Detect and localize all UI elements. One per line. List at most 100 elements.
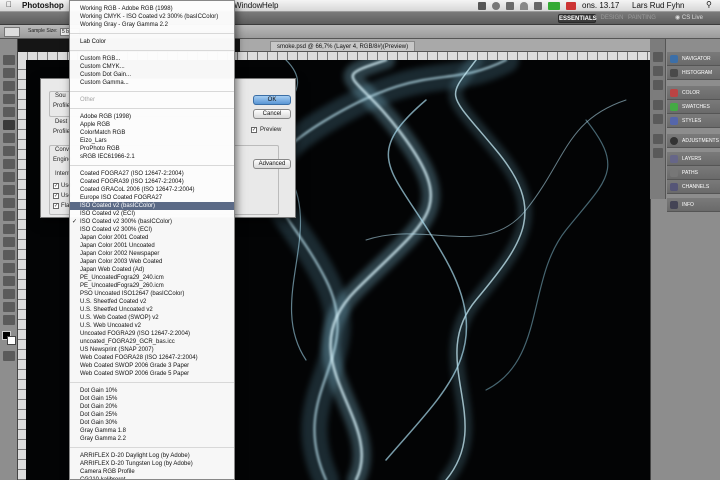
panel-color[interactable]: COLOR	[667, 86, 720, 100]
menu-item-cmyk-profile[interactable]: ISO Coated v2 (ECI)	[70, 210, 234, 218]
panel-navigator[interactable]: NAVIGATOR	[667, 52, 720, 66]
character-panel-icon[interactable]	[653, 100, 663, 110]
eyedropper-tool-preset-icon[interactable]	[4, 27, 20, 37]
preview-checkbox[interactable]: ✓	[251, 127, 257, 133]
menu-item-cmyk-profile[interactable]: Japan Color 2001 Coated	[70, 234, 234, 242]
menu-item-device-profile[interactable]: ARRIFLEX D-20 Daylight Log (by Adobe)	[70, 452, 234, 460]
panel-layers[interactable]: LAYERS	[667, 152, 720, 166]
menu-item-cmyk-profile[interactable]: Japan Color 2002 Newspaper	[70, 250, 234, 258]
ok-button[interactable]: OK	[253, 95, 291, 105]
history-brush-tool-icon[interactable]	[3, 172, 15, 182]
menu-item-device-profile[interactable]: CG210 kalibreret	[70, 476, 234, 479]
menu-item-gray-profile[interactable]: Dot Gain 25%	[70, 411, 234, 419]
menu-item-rgb-profile[interactable]: Apple RGB	[70, 121, 234, 129]
clone-stamp-tool-icon[interactable]	[3, 159, 15, 169]
cs-live-button[interactable]: ◉ CS Live	[675, 14, 703, 21]
menu-item-cmyk-profile[interactable]: U.S. Web Uncoated v2	[70, 322, 234, 330]
menu-item-cmyk-profile[interactable]: U.S. Web Coated (SWOP) v2	[70, 314, 234, 322]
panel-swatches[interactable]: SWATCHES	[667, 100, 720, 114]
panel-paths[interactable]: PATHS	[667, 166, 720, 180]
hand-tool-icon[interactable]	[3, 302, 15, 312]
panel-info[interactable]: INFO	[667, 198, 720, 212]
gradient-tool-icon[interactable]	[3, 198, 15, 208]
apple-menu-icon[interactable]: 	[6, 0, 12, 9]
menu-item-cmyk-profile[interactable]: ✓ ISO Coated v2 300% (basICColor)	[70, 218, 234, 226]
type-tool-icon[interactable]	[3, 250, 15, 260]
history-panel-icon[interactable]	[653, 52, 663, 62]
clock-status-icon[interactable]	[492, 2, 500, 10]
menu-item-cmyk-profile[interactable]: Coated FOGRA27 (ISO 12647-2:2004)	[70, 170, 234, 178]
menu-item-gray-profile[interactable]: Dot Gain 30%	[70, 419, 234, 427]
workspace-design-button[interactable]: DESIGN	[600, 14, 624, 23]
volume-icon[interactable]	[534, 2, 542, 10]
notes-panel-icon[interactable]	[653, 148, 663, 158]
paragraph-panel-icon[interactable]	[653, 114, 663, 124]
menu-item-cmyk-profile[interactable]: Web Coated SWOP 2006 Grade 5 Paper	[70, 370, 234, 378]
menu-item-gray-profile[interactable]: Gray Gamma 2.2	[70, 435, 234, 443]
menu-item-cmyk-profile[interactable]: PE_UncoatedFogra29_240.icm	[70, 274, 234, 282]
quick-selection-tool-icon[interactable]	[3, 94, 15, 104]
menu-item-gray-profile[interactable]: Dot Gain 20%	[70, 403, 234, 411]
spotlight-icon[interactable]: ⚲	[706, 0, 712, 9]
move-tool-icon[interactable]	[3, 55, 15, 65]
menu-item-cmyk-profile[interactable]: Japan Color 2003 Web Coated	[70, 258, 234, 266]
menu-item-lab-color[interactable]: Lab Color	[70, 38, 234, 46]
menu-item-cmyk-profile[interactable]: ISO Coated v2 300% (ECI)	[70, 226, 234, 234]
menu-item-device-profile[interactable]: Camera RGB Profile	[70, 468, 234, 476]
panel-histogram[interactable]: HISTOGRAM	[667, 66, 720, 80]
menu-item-rgb-profile[interactable]: ProPhoto RGB	[70, 145, 234, 153]
document-tab[interactable]: smoke.psd @ 66,7% (Layer 4, RGB/8#)(Prev…	[270, 41, 416, 51]
menu-item-cmyk-profile[interactable]: Japan Web Coated (Ad)	[70, 266, 234, 274]
menu-item-cmyk-profile[interactable]: Coated GRACoL 2006 (ISO 12647-2:2004)	[70, 186, 234, 194]
crop-tool-icon[interactable]	[3, 107, 15, 117]
menu-item-rgb-profile[interactable]: sRGB IEC61966-2.1	[70, 153, 234, 161]
status-app-icon[interactable]	[478, 2, 486, 10]
marquee-tool-icon[interactable]	[3, 68, 15, 78]
vertical-ruler[interactable]	[18, 60, 26, 480]
advanced-button[interactable]: Advanced	[253, 159, 291, 169]
menu-item-rgb-profile[interactable]: ColorMatch RGB	[70, 129, 234, 137]
menu-item-rgb-profile[interactable]: Adobe RGB (1998)	[70, 113, 234, 121]
user-name[interactable]: Lars Rud Fyhn	[632, 1, 684, 10]
menu-item-working[interactable]: Working CMYK - ISO Coated v2 300% (basIC…	[70, 13, 234, 21]
use-dither-checkbox[interactable]: ✓	[53, 193, 59, 199]
panel-adjustments[interactable]: ADJUSTMENTS	[667, 134, 720, 148]
menu-item-cmyk-profile[interactable]: uncoated_FOGRA29_GCR_bas.icc	[70, 338, 234, 346]
blur-tool-icon[interactable]	[3, 211, 15, 221]
path-selection-tool-icon[interactable]	[3, 263, 15, 273]
workspace-painting-button[interactable]: PAINTING	[628, 14, 656, 23]
3d-rotate-tool-icon[interactable]	[3, 289, 15, 299]
actions-panel-icon[interactable]	[653, 66, 663, 76]
menu-item-cmyk-profile[interactable]: U.S. Sheetfed Uncoated v2	[70, 306, 234, 314]
clone-source-panel-icon[interactable]	[653, 134, 663, 144]
flatten-image-checkbox[interactable]: ✓	[53, 203, 59, 209]
workspace-essentials-button[interactable]: ESSENTIALS	[558, 14, 597, 23]
eraser-tool-icon[interactable]	[3, 185, 15, 195]
background-color-swatch[interactable]	[7, 336, 16, 345]
eyedropper-tool-icon[interactable]	[3, 120, 15, 130]
menu-item-cmyk-profile[interactable]: Web Coated SWOP 2006 Grade 3 Paper	[70, 362, 234, 370]
menu-item-cmyk-profile[interactable]: Japan Color 2001 Uncoated	[70, 242, 234, 250]
menu-item-gray-profile[interactable]: Dot Gain 15%	[70, 395, 234, 403]
menu-item-working[interactable]: Working Gray - Gray Gamma 2.2	[70, 21, 234, 29]
dodge-tool-icon[interactable]	[3, 224, 15, 234]
menu-item-device-profile[interactable]: ARRIFLEX D-20 Tungsten Log (by Adobe)	[70, 460, 234, 468]
menu-window[interactable]: Window	[234, 1, 262, 10]
zoom-tool-icon[interactable]	[3, 315, 15, 325]
pen-tool-icon[interactable]	[3, 237, 15, 247]
menu-item-custom[interactable]: Custom RGB...	[70, 55, 234, 63]
menu-item-cmyk-profile[interactable]: Uncoated FOGRA29 (ISO 12647-2:2004)	[70, 330, 234, 338]
menu-item-cmyk-profile[interactable]: Coated FOGRA39 (ISO 12647-2:2004)	[70, 178, 234, 186]
menu-item-custom[interactable]: Custom Gamma...	[70, 79, 234, 87]
clock[interactable]: ons. 13.17	[582, 1, 619, 10]
menu-item-cmyk-profile[interactable]: PE_UncoatedFogra29_260.icm	[70, 282, 234, 290]
menu-item-cmyk-profile[interactable]: ISO Coated v2 (basICColor)	[70, 202, 234, 210]
menu-item-cmyk-profile[interactable]: US Newsprint (SNAP 2007)	[70, 346, 234, 354]
black-point-compensation-checkbox[interactable]: ✓	[53, 183, 59, 189]
bluetooth-icon[interactable]	[506, 2, 514, 10]
menu-item-cmyk-profile[interactable]: PSO Uncoated ISO12647 (basICColor)	[70, 290, 234, 298]
cancel-button[interactable]: Cancel	[253, 109, 291, 119]
menu-item-working[interactable]: Working RGB - Adobe RGB (1998)	[70, 5, 234, 13]
brush-tool-icon[interactable]	[3, 146, 15, 156]
menu-item-cmyk-profile[interactable]: Web Coated FOGRA28 (ISO 12647-2:2004)	[70, 354, 234, 362]
